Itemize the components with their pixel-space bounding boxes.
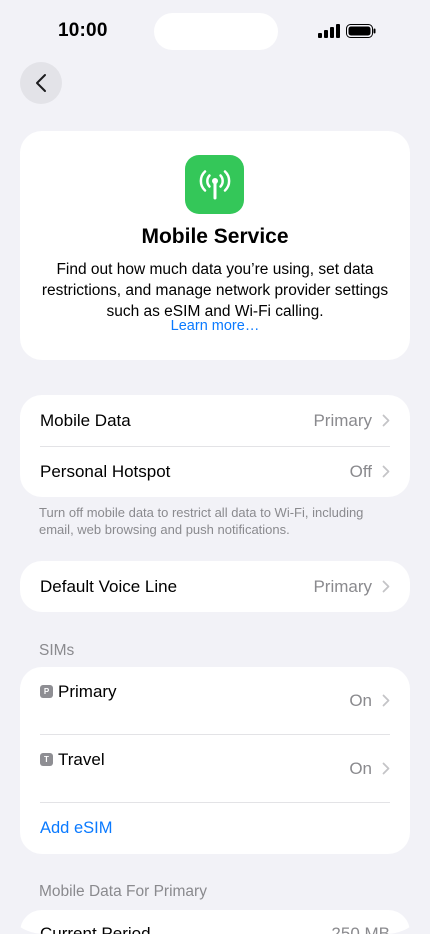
dynamic-island — [154, 13, 278, 50]
sims-section-header: SIMs — [39, 642, 75, 659]
row-label: Mobile Data — [40, 410, 131, 430]
row-label: Personal Hotspot — [40, 461, 171, 481]
row-value: Off — [349, 461, 372, 481]
chevron-right-icon — [382, 580, 390, 593]
sim-name: Primary — [58, 682, 117, 701]
sim-name: Travel — [58, 750, 105, 769]
settings-screen: 10:00 Mobile Service Find out how much d… — [0, 0, 430, 934]
status-time: 10:00 — [58, 20, 108, 41]
divider — [40, 802, 390, 803]
mobile-data-row[interactable]: Mobile Data Primary — [20, 395, 410, 446]
row-value: 250 MB — [331, 924, 390, 934]
mobile-data-group: Mobile Data Primary Personal Hotspot Off — [20, 395, 410, 497]
page-title: Mobile Service — [141, 225, 289, 248]
sim-primary-row[interactable]: P Primary On — [20, 667, 410, 733]
cellular-signal-icon — [318, 24, 340, 38]
row-value: Primary — [313, 410, 372, 430]
add-esim-button[interactable]: Add eSIM — [40, 819, 112, 838]
mobile-data-footnote: Turn off mobile data to restrict all dat… — [39, 505, 364, 537]
back-button[interactable] — [20, 62, 62, 104]
sim-travel-row[interactable]: T Travel On — [20, 735, 410, 801]
voice-line-group: Default Voice Line Primary — [20, 561, 410, 612]
usage-group: Current Period 250 MB — [20, 910, 410, 934]
sim-badge: T — [40, 753, 53, 766]
sims-group: P Primary On T Travel On Add eSIM — [20, 667, 410, 854]
current-period-row: Current Period 250 MB — [20, 910, 410, 934]
default-voice-line-row[interactable]: Default Voice Line Primary — [20, 561, 410, 612]
learn-more-link[interactable]: Learn more… — [20, 318, 410, 334]
usage-section-header: Mobile Data For Primary — [39, 883, 207, 900]
row-label: Current Period — [40, 924, 151, 934]
mobile-service-info-card: Mobile Service Find out how much data yo… — [20, 131, 410, 360]
sim-status: On — [349, 759, 372, 778]
page-description: Find out how much data you’re using, set… — [41, 261, 389, 320]
row-value: Primary — [313, 576, 372, 596]
chevron-right-icon — [382, 694, 390, 707]
sim-badge: P — [40, 685, 53, 698]
chevron-right-icon — [382, 465, 390, 478]
antenna-icon — [185, 155, 244, 214]
battery-icon — [346, 24, 376, 38]
chevron-right-icon — [382, 762, 390, 775]
chevron-left-icon — [36, 74, 46, 92]
row-label: Default Voice Line — [40, 576, 178, 596]
chevron-right-icon — [382, 414, 390, 427]
sim-status: On — [349, 691, 372, 710]
personal-hotspot-row[interactable]: Personal Hotspot Off — [20, 446, 410, 497]
